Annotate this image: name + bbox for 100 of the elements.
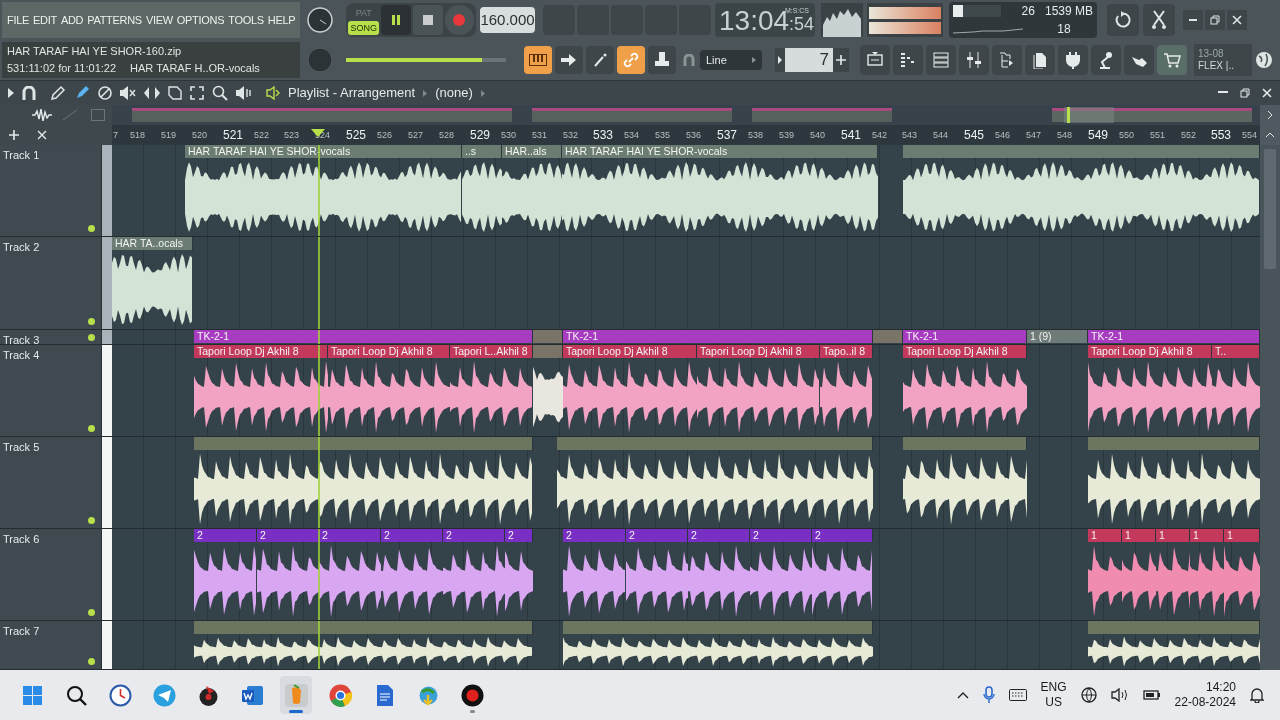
vertical-scrollbar[interactable]	[1260, 145, 1280, 670]
clip-header: Tapori Loop Dj Akhil 8	[563, 345, 697, 358]
zoom-icon[interactable]	[212, 85, 228, 101]
track-enable-led[interactable]	[88, 318, 95, 325]
memory-reading: 1539 MB	[1044, 3, 1093, 20]
play-arrow-icon[interactable]	[8, 88, 14, 98]
pencil-icon[interactable]	[50, 85, 66, 101]
undo-icon[interactable]	[1107, 4, 1139, 36]
track-name: Track 6	[3, 532, 40, 547]
bar-number: 521	[223, 127, 244, 144]
speaker-icon[interactable]	[266, 86, 280, 100]
microphone-icon[interactable]	[982, 686, 995, 704]
pause-button[interactable]	[381, 5, 411, 35]
plug-icon[interactable]	[1058, 45, 1088, 75]
bar-number: 551	[1150, 129, 1166, 142]
bar-number: 529	[470, 127, 491, 144]
track-enable-led[interactable]	[88, 334, 95, 341]
track-header[interactable]: Track 7	[0, 621, 102, 669]
track-header[interactable]: Track 2	[0, 237, 102, 329]
bar-number: 526	[377, 129, 393, 142]
cut-icon[interactable]	[1143, 4, 1175, 36]
clip-header: Tapori Loop Dj Akhil 8	[697, 345, 820, 358]
track-enable-led[interactable]	[88, 609, 95, 616]
clip-header: HAR..als	[502, 145, 562, 158]
stop-button[interactable]	[413, 5, 443, 35]
piano-icon[interactable]	[524, 46, 552, 74]
mode-toggle[interactable]: SONG	[348, 20, 380, 35]
step-field[interactable]: 7	[785, 48, 833, 72]
track-name: Track 5	[3, 440, 40, 455]
oscilloscope	[821, 3, 863, 37]
notification-bell-icon[interactable]	[1250, 687, 1264, 703]
bar-number: 541	[841, 127, 862, 144]
wand-icon[interactable]	[586, 46, 614, 74]
track-header[interactable]: Track 6	[0, 529, 102, 620]
close-button[interactable]	[1227, 10, 1247, 30]
track-enable-led[interactable]	[88, 658, 95, 665]
cart-icon[interactable]	[1157, 45, 1187, 75]
close-icon[interactable]	[37, 130, 47, 140]
clip-header: HAR TARAF HAI YE SHOR-vocals	[562, 145, 878, 158]
plus-icon[interactable]	[833, 48, 849, 72]
taskbar-clock[interactable]: 14:20 22-08-2024	[1174, 680, 1236, 710]
menu-item[interactable]: VIEW	[145, 11, 173, 29]
news-panel[interactable]: 13-08 FLEX |..	[1194, 44, 1252, 76]
bar-number: 531	[532, 129, 548, 142]
browser-icon[interactable]	[992, 45, 1022, 75]
menu-item[interactable]: FILE	[7, 11, 30, 29]
track-header[interactable]: Track 3	[0, 330, 102, 344]
track-enable-led[interactable]	[88, 225, 95, 232]
maximize-button[interactable]	[1240, 88, 1250, 98]
clip-header: 2	[257, 529, 319, 542]
track-header[interactable]: Track 1	[0, 145, 102, 236]
hint-clip-name: HAR TARAF H..OR-vocals	[130, 61, 261, 76]
plus-icon[interactable]	[9, 130, 19, 140]
menu-item[interactable]: ADD	[60, 11, 84, 29]
slip-icon[interactable]	[144, 87, 160, 99]
chevron-up-icon[interactable]	[956, 691, 969, 699]
main-volume-knob[interactable]	[306, 6, 334, 34]
channel-rack-icon[interactable]	[860, 45, 890, 75]
menu-item[interactable]: EDIT	[33, 11, 57, 29]
select-icon[interactable]	[190, 86, 204, 100]
track-enable-led[interactable]	[88, 517, 95, 524]
caret-icon	[423, 89, 428, 97]
track-enable-led[interactable]	[88, 425, 95, 432]
clip-header: 1	[1224, 529, 1260, 542]
clip-header: HAR TA..ocals	[112, 237, 193, 250]
stamp-icon[interactable]	[648, 46, 676, 74]
speaker-icon[interactable]	[236, 86, 252, 100]
list-icon[interactable]	[926, 45, 956, 75]
brush-icon[interactable]	[74, 85, 90, 101]
bar-number: 539	[779, 129, 795, 142]
mixer-icon[interactable]	[959, 45, 989, 75]
volume-icon[interactable]	[1110, 688, 1129, 702]
bar-number: 532	[563, 129, 579, 142]
globe-icon[interactable]	[1255, 51, 1273, 69]
snap-dropdown[interactable]: Line	[700, 50, 762, 70]
tempo-display[interactable]: 160.000	[480, 7, 535, 33]
document-icon[interactable]	[1025, 45, 1055, 75]
menu-item[interactable]: TOOLS	[228, 11, 264, 29]
menu-item[interactable]: OPTIONS	[176, 11, 225, 29]
close-button[interactable]	[1262, 88, 1272, 98]
no-entry-icon[interactable]	[98, 86, 112, 100]
keyboard-icon[interactable]	[1008, 689, 1027, 701]
step-sequencer-icon[interactable]	[893, 45, 923, 75]
bar-number: 550	[1119, 129, 1135, 142]
track-header[interactable]: Track 4	[0, 345, 102, 436]
network-icon[interactable]	[1080, 687, 1097, 703]
slice-icon[interactable]	[168, 86, 182, 100]
language-indicator[interactable]: ENG US	[1040, 680, 1067, 710]
menu-item[interactable]: PATTERNS	[87, 11, 142, 29]
maximize-button[interactable]	[1205, 10, 1225, 30]
menu-item[interactable]: HELP	[267, 11, 296, 29]
battery-icon[interactable]	[1142, 689, 1161, 701]
minimize-button[interactable]	[1183, 10, 1203, 30]
fruit-app-icon[interactable]	[280, 676, 312, 714]
microphone-stand-icon[interactable]	[1091, 45, 1121, 75]
decrement-icon[interactable]	[775, 48, 785, 72]
waveform-icon[interactable]	[32, 109, 52, 121]
track-header[interactable]: Track 5	[0, 437, 102, 528]
mute-icon[interactable]	[120, 86, 136, 100]
pattern-selector[interactable]: (none)	[435, 83, 473, 103]
